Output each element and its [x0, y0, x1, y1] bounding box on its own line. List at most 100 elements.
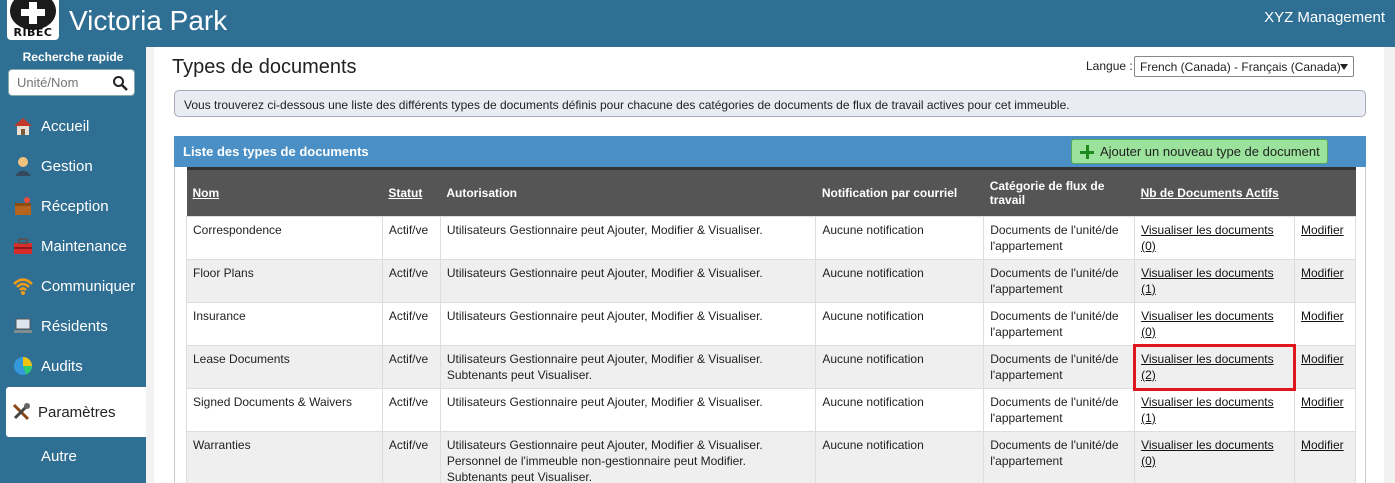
- cell-status: Actif/ve: [381, 216, 441, 260]
- authorization-line: Subtenants peut Visualiser.: [446, 470, 593, 483]
- cell-status: Actif/ve: [381, 388, 441, 432]
- sidebar-item-label: Maintenance: [41, 237, 127, 255]
- sidebar-item-label: Réception: [41, 197, 109, 215]
- cell-notification: Aucune notification: [815, 345, 985, 389]
- search-icon[interactable]: [112, 75, 128, 91]
- document-types-table: Nom Statut Autorisation Notification par…: [186, 167, 1357, 483]
- edit-link[interactable]: Modifier: [1301, 223, 1344, 237]
- cell-edit: Modifier: [1293, 302, 1357, 346]
- cell-active-documents: Visualiser les documents (0): [1134, 431, 1295, 483]
- column-header-actions: [1294, 167, 1356, 217]
- cell-authorization: Utilisateurs Gestionnaire peut Ajouter, …: [439, 302, 817, 346]
- authorization-line: Utilisateurs Gestionnaire peut Ajouter, …: [446, 352, 763, 366]
- edit-link[interactable]: Modifier: [1301, 266, 1344, 280]
- sidebar-item-label: Communiquer: [41, 277, 136, 295]
- authorization-line: Subtenants peut Visualiser.: [446, 368, 593, 382]
- cell-edit: Modifier: [1293, 388, 1357, 432]
- cell-status: Actif/ve: [381, 345, 441, 389]
- table-row: Signed Documents & Waivers Actif/ve Utilis…: [186, 388, 1357, 432]
- main-area: Types de documents Langue : French (Cana…: [146, 47, 1395, 483]
- sidebar-item-maintenance[interactable]: Maintenance: [6, 227, 146, 265]
- view-documents-link[interactable]: Visualiser les documents (0): [1141, 309, 1274, 339]
- cell-status: Actif/ve: [381, 302, 441, 346]
- cell-name: Correspondence: [186, 216, 383, 260]
- view-documents-link[interactable]: Visualiser les documents (2): [1141, 352, 1274, 382]
- package-icon: [15, 197, 31, 215]
- edit-link[interactable]: Modifier: [1301, 309, 1344, 323]
- table-row: Insurance Actif/ve Utilisateurs Gestionnai…: [186, 302, 1357, 346]
- sidebar-item-residents[interactable]: Résidents: [6, 307, 146, 345]
- quick-search-box: [8, 69, 135, 96]
- edit-link[interactable]: Modifier: [1301, 438, 1344, 452]
- chevron-down-icon: [1340, 64, 1348, 70]
- cell-category: Documents de l'unité/de l'appartement: [983, 388, 1136, 432]
- content-panel: Types de documents Langue : French (Cana…: [154, 47, 1384, 483]
- add-button-label: Ajouter un nouveau type de document: [1100, 144, 1320, 159]
- column-header-autorisation: Autorisation: [440, 167, 816, 217]
- cell-name: Insurance: [186, 302, 383, 346]
- quick-search-input[interactable]: [9, 70, 109, 95]
- cell-authorization: Utilisateurs Gestionnaire peut Ajouter, …: [439, 431, 817, 483]
- authorization-line: Utilisateurs Gestionnaire peut Ajouter, …: [446, 438, 763, 452]
- authorization-line: Utilisateurs Gestionnaire peut Ajouter, …: [446, 309, 763, 323]
- sidebar-item-communiquer[interactable]: Communiquer: [6, 267, 146, 305]
- column-header-notification: Notification par courriel: [815, 167, 984, 217]
- site-title: Victoria Park: [69, 5, 228, 36]
- sidebar-item-label: Paramètres: [38, 403, 116, 421]
- view-documents-link[interactable]: Visualiser les documents (1): [1141, 266, 1274, 296]
- cell-category: Documents de l'unité/de l'appartement: [983, 259, 1136, 303]
- sidebar-item-reception[interactable]: Réception: [6, 187, 146, 225]
- table-wrapper: Nom Statut Autorisation Notification par…: [174, 167, 1366, 483]
- cell-authorization: Utilisateurs Gestionnaire peut Ajouter, …: [439, 259, 817, 303]
- view-documents-link[interactable]: Visualiser les documents (0): [1141, 223, 1274, 253]
- wifi-icon: [13, 278, 33, 295]
- cell-authorization: Utilisateurs Gestionnaire peut Ajouter, …: [439, 216, 817, 260]
- column-header-nom[interactable]: Nom: [186, 167, 383, 217]
- column-header-statut[interactable]: Statut: [382, 167, 441, 217]
- ribec-logo[interactable]: RIBEC: [7, 0, 59, 40]
- sidebar-item-gestion[interactable]: Gestion: [6, 147, 146, 185]
- plus-icon: [1080, 144, 1094, 159]
- cell-active-documents: Visualiser les documents (2): [1132, 343, 1297, 391]
- language-select[interactable]: French (Canada) - Français (Canada): [1134, 56, 1354, 77]
- person-icon: [15, 157, 31, 176]
- authorization-line: Utilisateurs Gestionnaire peut Ajouter, …: [446, 395, 763, 409]
- cell-status: Actif/ve: [381, 259, 441, 303]
- sidebar-item-accueil[interactable]: Accueil: [6, 107, 146, 145]
- pie-chart-icon: [14, 357, 33, 375]
- cell-authorization: Utilisateurs Gestionnaire peut Ajouter, …: [439, 345, 817, 389]
- cell-edit: Modifier: [1293, 216, 1357, 260]
- view-documents-link[interactable]: Visualiser les documents (1): [1141, 395, 1274, 425]
- add-document-type-button[interactable]: Ajouter un nouveau type de document: [1071, 139, 1328, 164]
- authorization-line: Utilisateurs Gestionnaire peut Ajouter, …: [446, 266, 763, 280]
- laptop-icon: [14, 318, 32, 333]
- view-documents-link[interactable]: Visualiser les documents (0): [1141, 438, 1274, 468]
- edit-link[interactable]: Modifier: [1301, 395, 1344, 409]
- cell-notification: Aucune notification: [815, 388, 985, 432]
- sidebar-item-label: Autre: [41, 447, 77, 465]
- sidebar-item-label: Gestion: [41, 157, 93, 175]
- cell-authorization: Utilisateurs Gestionnaire peut Ajouter, …: [439, 388, 817, 432]
- cell-name: Floor Plans: [186, 259, 383, 303]
- sidebar-item-parametres[interactable]: Paramètres: [6, 387, 146, 437]
- sidebar-item-audits[interactable]: Audits: [6, 347, 146, 385]
- table-row: Warranties Actif/ve Utilisateurs Gestionna…: [186, 431, 1357, 483]
- cell-notification: Aucune notification: [815, 431, 985, 483]
- cell-edit: Modifier: [1293, 259, 1357, 303]
- management-name[interactable]: XYZ Management: [1264, 9, 1385, 26]
- column-header-nb-documents[interactable]: Nb de Documents Actifs: [1134, 167, 1295, 217]
- language-label: Langue :: [1086, 59, 1133, 73]
- tools-icon: [12, 403, 30, 421]
- cell-name: Lease Documents: [186, 345, 383, 389]
- language-value: French (Canada) - Français (Canada): [1140, 60, 1341, 74]
- cell-name: Warranties: [186, 431, 383, 483]
- edit-link[interactable]: Modifier: [1301, 352, 1344, 366]
- sidebar-item-autre[interactable]: Autre: [6, 437, 146, 475]
- table-row: Floor Plans Actif/ve Utilisateurs Gestionn…: [186, 259, 1357, 303]
- sidebar-item-label: Résidents: [41, 317, 108, 335]
- top-bar: RIBEC Victoria Park XYZ Management: [0, 0, 1395, 47]
- cell-active-documents: Visualiser les documents (0): [1134, 302, 1295, 346]
- authorization-line: Utilisateurs Gestionnaire peut Ajouter, …: [446, 223, 763, 237]
- sidebar: Recherche rapide Accueil Gestion Récepti…: [0, 47, 146, 483]
- table-header-row: Nom Statut Autorisation Notification par…: [186, 167, 1356, 217]
